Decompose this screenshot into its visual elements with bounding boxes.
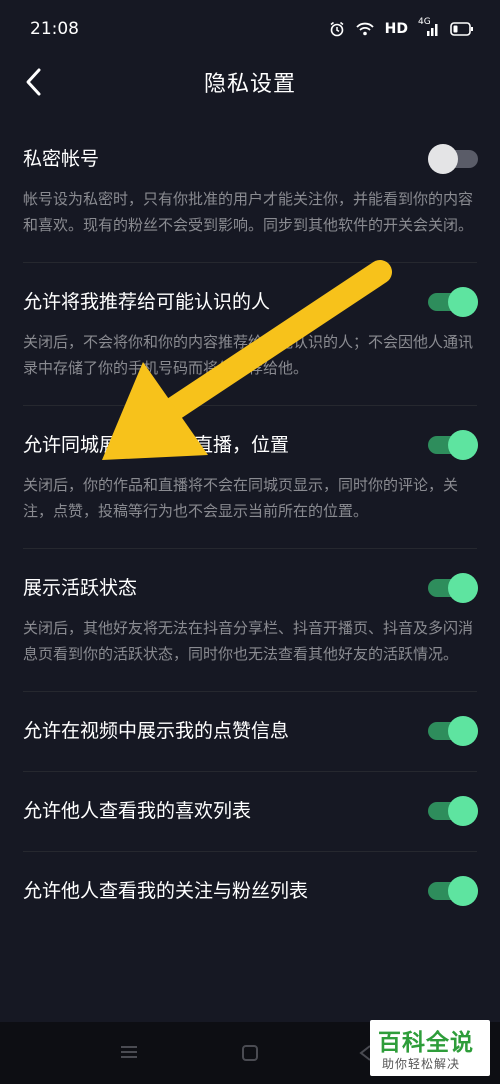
toggle-knob [448, 287, 478, 317]
watermark-main: 百科全说 [378, 1030, 474, 1056]
setting-title: 允许同城展示作品，直播，位置 [23, 434, 290, 456]
local-display-toggle[interactable] [428, 430, 478, 460]
setting-title: 允许他人查看我的关注与粉丝列表 [23, 880, 309, 902]
setting-title: 私密帐号 [23, 148, 100, 170]
setting-title: 允许他人查看我的喜欢列表 [23, 800, 252, 822]
likes-list-toggle[interactable] [428, 796, 478, 826]
private-account-toggle[interactable] [428, 144, 478, 174]
setting-likes-list-visibility: 允许他人查看我的喜欢列表 [0, 772, 500, 851]
battery-icon [450, 22, 473, 36]
setting-show-likes-in-video: 允许在视频中展示我的点赞信息 [0, 692, 500, 771]
toggle-knob [448, 716, 478, 746]
settings-list: 私密帐号 帐号设为私密时，只有你批准的用户才能关注你，并能看到你的内容和喜欢。现… [0, 120, 500, 931]
toggle-knob [448, 430, 478, 460]
status-icons: HD 4G [329, 17, 474, 37]
setting-private-account: 私密帐号 帐号设为私密时，只有你批准的用户才能关注你，并能看到你的内容和喜欢。现… [0, 120, 500, 262]
setting-title: 允许在视频中展示我的点赞信息 [23, 720, 290, 742]
toggle-knob [428, 144, 458, 174]
show-likes-toggle[interactable] [428, 716, 478, 746]
toggle-knob [448, 573, 478, 603]
status-time: 21:08 [30, 19, 79, 39]
status-bar: 21:08 HD 4G [0, 0, 500, 58]
watermark-sub: 助你轻松解决 [382, 1057, 461, 1071]
setting-recommend-to-acquaintances: 允许将我推荐给可能认识的人 关闭后，不会将你和你的内容推荐给可能认识的人；不会因… [0, 263, 500, 405]
home-icon[interactable] [241, 1044, 259, 1062]
recommend-toggle[interactable] [428, 287, 478, 317]
page-title: 隐私设置 [203, 72, 296, 97]
setting-title: 允许将我推荐给可能认识的人 [23, 291, 271, 313]
active-status-toggle[interactable] [428, 573, 478, 603]
wifi-icon [356, 22, 374, 36]
menu-icon[interactable] [119, 1044, 139, 1060]
signal-icon [427, 24, 438, 36]
setting-local-display: 允许同城展示作品，直播，位置 关闭后，你的作品和直播将不会在同城页显示，同时你的… [0, 406, 500, 548]
setting-follow-list-visibility: 允许他人查看我的关注与粉丝列表 [0, 852, 500, 931]
follow-list-toggle[interactable] [428, 876, 478, 906]
toggle-knob [448, 876, 478, 906]
nav-bar: 隐私设置 [0, 58, 500, 104]
toggle-knob [448, 796, 478, 826]
network-indicator: 4G [418, 17, 440, 37]
setting-title: 展示活跃状态 [23, 577, 138, 599]
watermark-logo: 百科全说 助你轻松解决 [370, 1020, 490, 1076]
setting-active-status: 展示活跃状态 关闭后，其他好友将无法在抖音分享栏、抖音开播页、抖音及多闪消息页看… [0, 549, 500, 691]
alarm-icon [330, 21, 344, 37]
hd-indicator: HD [384, 21, 408, 37]
